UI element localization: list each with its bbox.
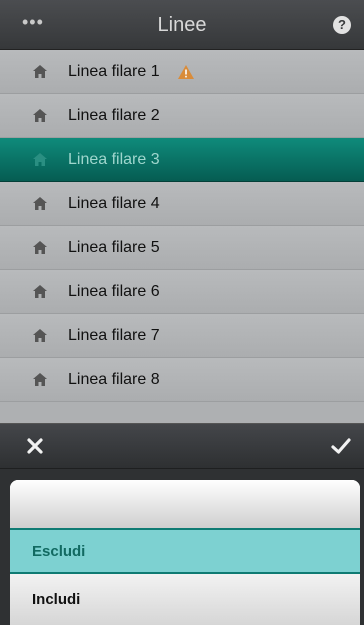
line-label: Linea filare 3 — [68, 150, 160, 168]
list-item-line-8[interactable]: Linea filare 8 — [0, 358, 364, 402]
line-label: Linea filare 5 — [68, 238, 160, 256]
line-label: Linea filare 4 — [68, 194, 160, 212]
home-icon — [30, 62, 50, 82]
line-label: Linea filare 7 — [68, 326, 160, 344]
list-item-line-3[interactable]: Linea filare 3 — [0, 138, 364, 182]
list-item-line-5[interactable]: Linea filare 5 — [0, 226, 364, 270]
line-label: Linea filare 1 — [68, 62, 160, 80]
home-icon — [30, 282, 50, 302]
line-label: Linea filare 8 — [68, 370, 160, 388]
home-icon — [30, 150, 50, 170]
list-item-line-1[interactable]: Linea filare 1 — [0, 50, 364, 94]
help-icon[interactable]: ? — [333, 16, 351, 34]
home-icon — [30, 370, 50, 390]
list-item-line-6[interactable]: Linea filare 6 — [0, 270, 364, 314]
list-item-line-2[interactable]: Linea filare 2 — [0, 94, 364, 138]
list-item-line-7[interactable]: Linea filare 7 — [0, 314, 364, 358]
include-exclude-picker[interactable]: Escludi Includi — [10, 480, 360, 625]
list-item-line-4[interactable]: Linea filare 4 — [0, 182, 364, 226]
checkmark-icon[interactable] — [331, 436, 351, 456]
line-label: Linea filare 2 — [68, 106, 160, 124]
lines-list: Linea filare 1 Linea filare 2 Linea fila… — [0, 50, 364, 423]
picker-option-includi[interactable]: Includi — [10, 574, 360, 625]
home-icon — [30, 238, 50, 258]
home-icon — [30, 194, 50, 214]
page-title: Linee — [157, 14, 207, 36]
picker-option-escludi[interactable]: Escludi — [10, 528, 360, 574]
warning-icon — [177, 64, 194, 80]
app-header: ••• Linee ? — [0, 0, 364, 50]
home-icon — [30, 326, 50, 346]
home-icon — [30, 106, 50, 126]
line-label: Linea filare 6 — [68, 282, 160, 300]
close-icon[interactable] — [26, 437, 44, 455]
picker-option-empty[interactable] — [10, 480, 360, 528]
picker-toolbar — [0, 423, 364, 469]
